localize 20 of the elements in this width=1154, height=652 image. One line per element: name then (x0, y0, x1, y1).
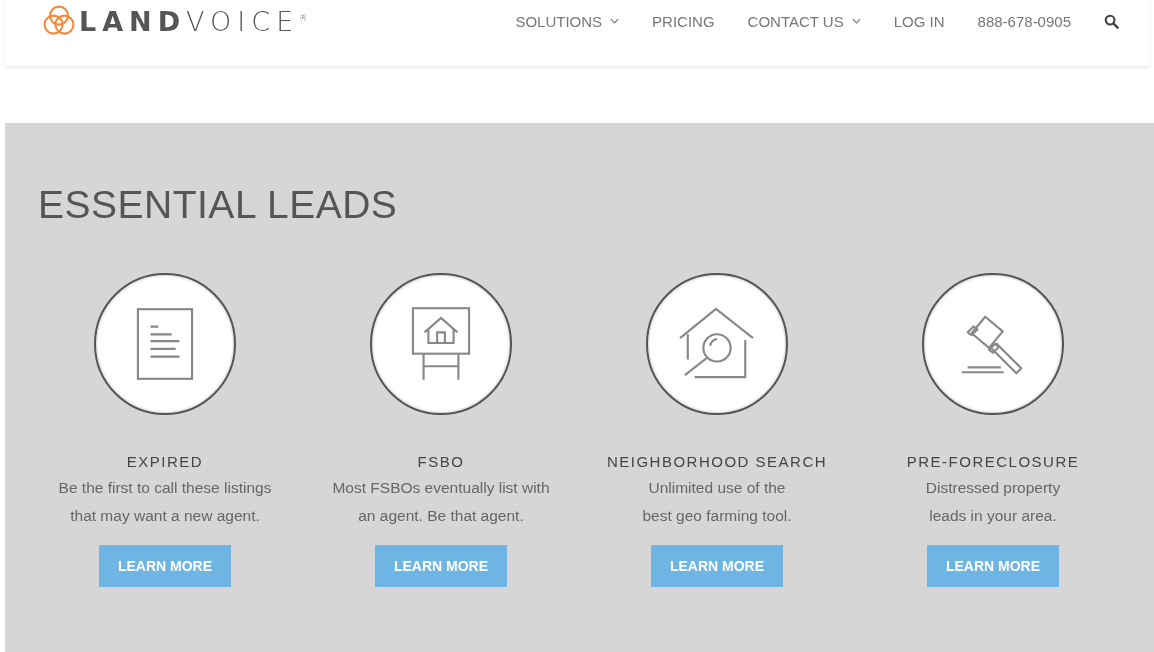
lead-title: FSBO (417, 453, 465, 470)
section-title: ESSENTIAL LEADS (38, 183, 399, 227)
lead-description: Unlimited use of the best geo farming tool. (642, 478, 792, 526)
lead-title: PRE-FORECLOSURE (906, 453, 1080, 470)
nav-link[interactable]: PRICING (652, 12, 715, 30)
house-search-icon (678, 307, 756, 381)
nav-link[interactable]: CONTACT US (747, 12, 861, 30)
lead-description: Be the first to call these listings that may want a new agent. (58, 478, 272, 526)
lead-title: NEIGHBORHOOD SEARCH (606, 453, 828, 470)
search-icon[interactable] (1104, 13, 1119, 29)
lead-description: Most FSBOs eventually list with an agent. Be that agent. (332, 478, 550, 526)
caret-icon (851, 18, 861, 24)
lead-title: EXPIRED (126, 453, 204, 470)
nav-link[interactable]: SOLUTIONS (515, 12, 620, 30)
nav-link[interactable]: 888-678-0905 (977, 12, 1071, 30)
document-icon (136, 307, 194, 381)
caret-icon (610, 18, 620, 24)
lead-description: Distressed property leads in your area. (925, 478, 1061, 526)
easel-house-icon (411, 306, 471, 382)
nav-link[interactable]: LOG IN (893, 12, 945, 30)
